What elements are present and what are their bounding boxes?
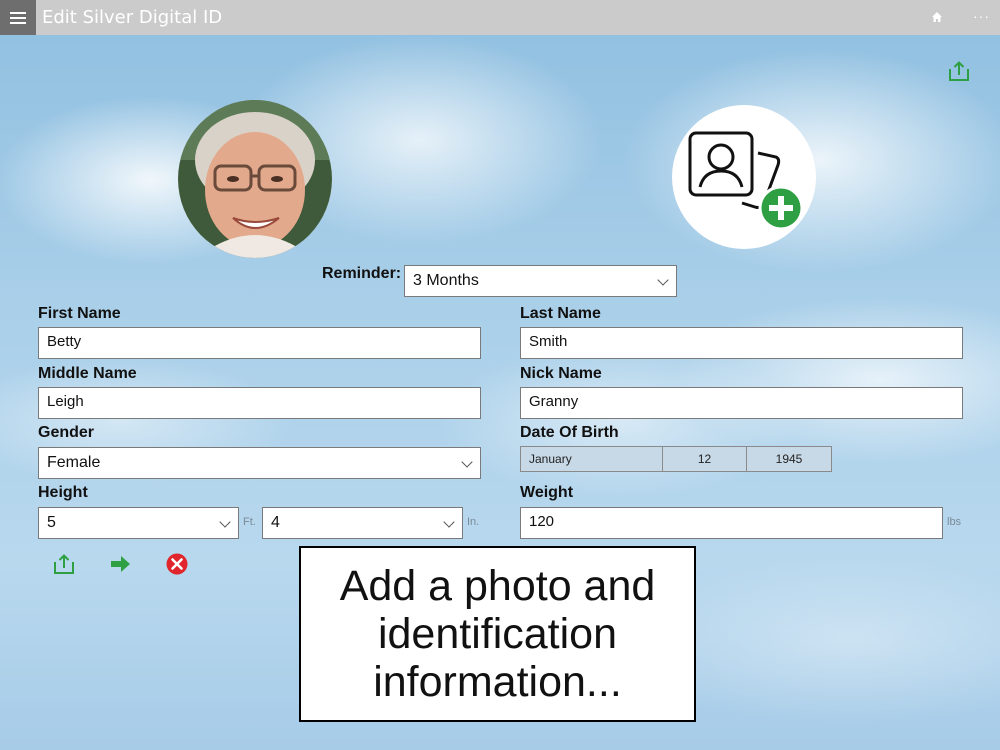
- weight-field[interactable]: 120: [520, 507, 943, 539]
- dob-day[interactable]: 12: [663, 447, 747, 471]
- last-name-field[interactable]: Smith: [520, 327, 963, 359]
- reminder-label: Reminder:: [322, 265, 402, 282]
- share-icon[interactable]: [947, 60, 971, 82]
- app-title: Edit Silver Digital ID: [42, 7, 223, 28]
- arrow-right-icon[interactable]: [109, 552, 133, 576]
- add-id-photo-button[interactable]: [672, 105, 816, 249]
- share-icon[interactable]: [52, 552, 76, 576]
- height-feet-select[interactable]: 5: [38, 507, 239, 539]
- dob-month[interactable]: January: [521, 447, 663, 471]
- chevron-down-icon: [461, 456, 473, 468]
- weight-label: Weight: [520, 484, 574, 501]
- hamburger-icon[interactable]: [0, 0, 36, 35]
- caption-text: Add a photo and identification informati…: [339, 562, 656, 706]
- date-of-birth-picker[interactable]: January 12 1945: [520, 446, 832, 472]
- gender-label: Gender: [38, 424, 95, 441]
- instruction-caption: Add a photo and identification informati…: [299, 546, 696, 722]
- height-inches-value: 4: [271, 514, 280, 531]
- title-bar: Edit Silver Digital ID ···: [0, 0, 1000, 35]
- chevron-down-icon: [219, 516, 231, 528]
- feet-unit-label: Ft.: [243, 516, 256, 528]
- date-of-birth-label: Date Of Birth: [520, 424, 619, 441]
- close-circle-icon[interactable]: [165, 552, 189, 576]
- nick-name-label: Nick Name: [520, 365, 602, 382]
- middle-name-field[interactable]: Leigh: [38, 387, 481, 419]
- profile-photo[interactable]: [178, 100, 332, 258]
- chevron-down-icon: [443, 516, 455, 528]
- more-options-icon[interactable]: ···: [973, 8, 990, 24]
- middle-name-label: Middle Name: [38, 365, 137, 382]
- reminder-value: 3 Months: [413, 272, 479, 289]
- height-feet-value: 5: [47, 514, 56, 531]
- gender-select[interactable]: Female: [38, 447, 481, 479]
- home-icon[interactable]: [931, 11, 943, 23]
- first-name-label: First Name: [38, 305, 121, 322]
- reminder-select[interactable]: 3 Months: [404, 265, 677, 297]
- nick-name-field[interactable]: Granny: [520, 387, 963, 419]
- first-name-field[interactable]: Betty: [38, 327, 481, 359]
- weight-unit-label: lbs: [947, 516, 962, 528]
- inches-unit-label: In.: [467, 516, 480, 528]
- gender-value: Female: [47, 454, 101, 471]
- height-inches-select[interactable]: 4: [262, 507, 463, 539]
- height-label: Height: [38, 484, 88, 501]
- chevron-down-icon: [657, 274, 669, 286]
- dob-year[interactable]: 1945: [747, 447, 831, 471]
- last-name-label: Last Name: [520, 305, 601, 322]
